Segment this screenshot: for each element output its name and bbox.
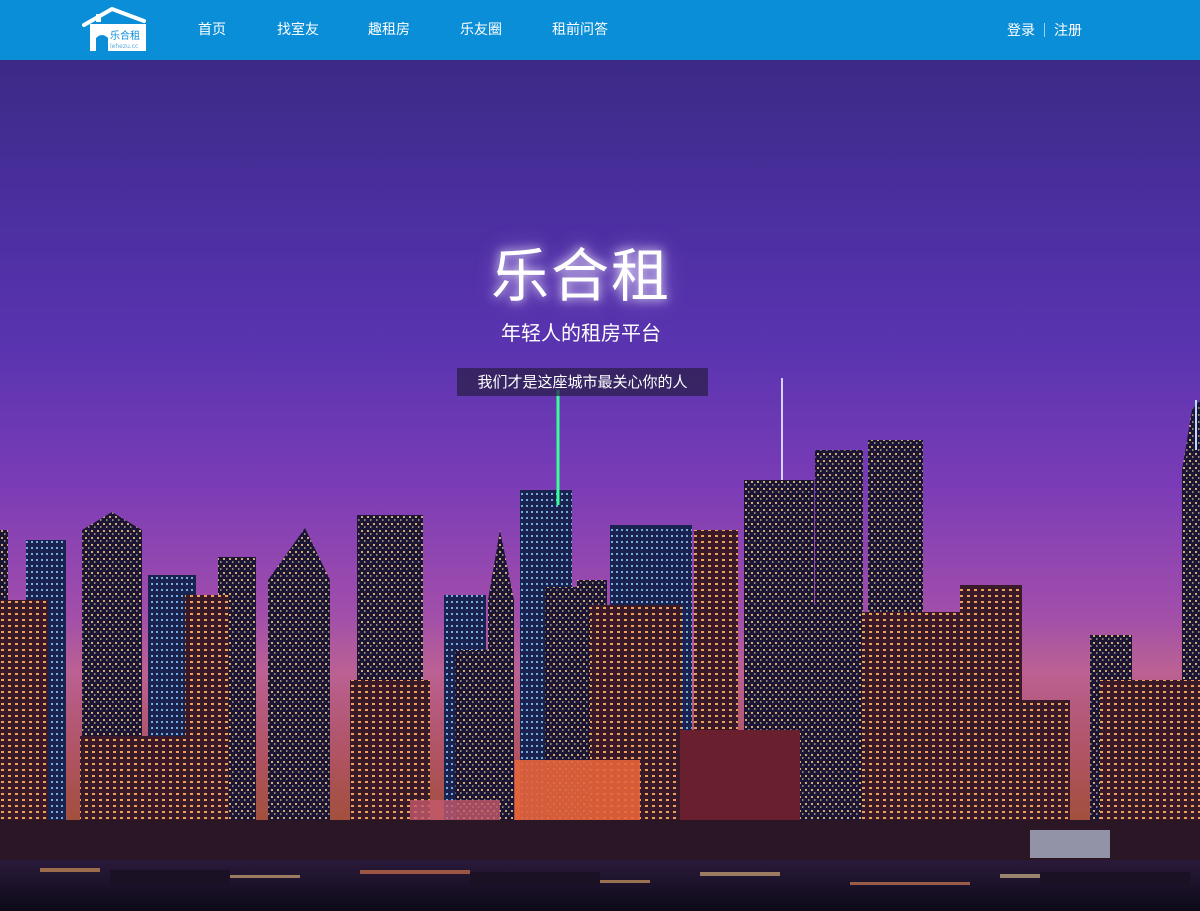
nav-home[interactable]: 首页 [198,0,226,60]
login-link[interactable]: 登录 [1007,20,1035,40]
site-logo[interactable]: 乐合租 lehezu.cc [82,7,148,53]
logo-domain-text: lehezu.cc [110,43,138,50]
register-link[interactable]: 注册 [1054,20,1082,40]
hero-tagline: 我们才是这座城市最关心你的人 [457,368,708,396]
city-skyline-background [0,378,1200,911]
house-logo-icon: 乐合租 lehezu.cc [82,7,146,51]
nav-find-roommate[interactable]: 找室友 [277,0,319,60]
main-nav: 首页 找室友 趣租房 乐友圈 租前问答 [198,0,608,60]
hero-brand-title: 乐合租 [490,242,671,310]
hero-slogan: 年轻人的租房平台 [501,321,661,345]
nav-friends-circle[interactable]: 乐友圈 [460,0,502,60]
top-navigation-bar: 乐合租 lehezu.cc 首页 找室友 趣租房 乐友圈 租前问答 登录 注册 [0,0,1200,60]
auth-divider [1044,23,1045,37]
logo-name-text: 乐合租 [110,29,140,42]
hero-banner: 乐合租 年轻人的租房平台 我们才是这座城市最关心你的人 [0,60,1200,911]
nav-fun-rent[interactable]: 趣租房 [368,0,410,60]
auth-links: 登录 注册 [1007,0,1082,60]
nav-rental-qa[interactable]: 租前问答 [552,0,608,60]
